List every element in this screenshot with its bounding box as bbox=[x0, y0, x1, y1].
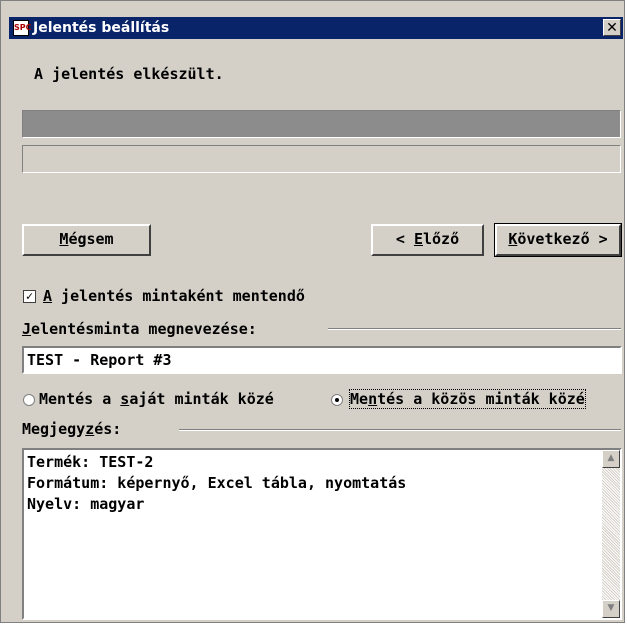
notes-line: Termék: TEST-2 bbox=[27, 453, 154, 471]
notes-textarea[interactable]: Termék: TEST-2 Formátum: képernyő, Excel… bbox=[22, 448, 622, 620]
save-template-checkbox[interactable]: ✓ bbox=[23, 290, 36, 303]
radio-selected-dot bbox=[335, 398, 339, 402]
cancel-button[interactable]: Mégsem bbox=[22, 224, 151, 256]
app-icon: SPC bbox=[13, 20, 32, 36]
scroll-up-icon[interactable]: ▲ bbox=[602, 450, 620, 468]
next-button[interactable]: Következő > bbox=[494, 223, 622, 257]
template-name-input[interactable]: TEST - Report #3 bbox=[22, 346, 622, 374]
notes-label: Megjegyzés: bbox=[22, 420, 122, 438]
status-message: A jelentés elkészült. bbox=[34, 65, 224, 83]
radio-own-templates[interactable] bbox=[23, 394, 35, 406]
back-button[interactable]: < Előző bbox=[371, 224, 484, 256]
notes-line: Nyelv: magyar bbox=[27, 495, 145, 513]
scroll-down-icon[interactable]: ▼ bbox=[602, 600, 620, 618]
notes-line: Formátum: képernyő, Excel tábla, nyomtat… bbox=[27, 474, 407, 492]
progress-bar-primary bbox=[22, 110, 621, 138]
radio-common-label[interactable]: Mentés a közös minták közé bbox=[349, 389, 586, 409]
window-title: Jelentés beállítás bbox=[33, 20, 170, 36]
separator bbox=[179, 429, 621, 431]
radio-own-label[interactable]: Mentés a saját minták közé bbox=[39, 390, 274, 408]
save-template-label[interactable]: A jelentés mintaként mentendő bbox=[43, 287, 305, 305]
radio-common-templates[interactable] bbox=[331, 394, 343, 406]
title-bar[interactable]: SPC Jelentés beállítás ✕ bbox=[9, 17, 623, 39]
template-name-label: Jelentésminta megnevezése: bbox=[22, 320, 257, 338]
vertical-scrollbar[interactable]: ▲ ▼ bbox=[602, 450, 620, 618]
dialog-window: SPC Jelentés beállítás ✕ A jelentés elké… bbox=[0, 0, 625, 623]
progress-bar-secondary bbox=[22, 145, 621, 173]
close-button[interactable]: ✕ bbox=[603, 19, 621, 36]
separator bbox=[328, 328, 621, 330]
